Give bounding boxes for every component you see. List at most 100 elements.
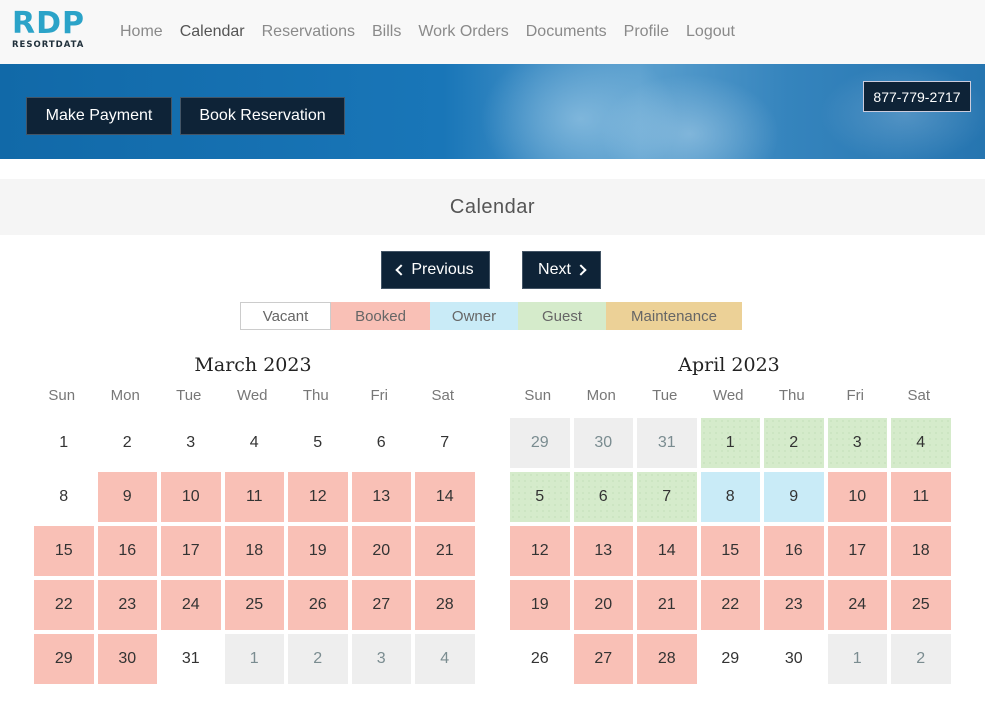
day-cell[interactable]: 23: [98, 580, 158, 630]
day-cell[interactable]: 19: [288, 526, 348, 576]
day-cell[interactable]: 9: [764, 472, 824, 522]
day-cell[interactable]: 9: [98, 472, 158, 522]
day-cell[interactable]: 8: [34, 472, 94, 522]
day-cell[interactable]: 31: [637, 418, 697, 468]
calendar-grid-april: 2930311234567891011121314151617181920212…: [510, 418, 951, 684]
day-cell[interactable]: 13: [574, 526, 634, 576]
day-cell[interactable]: 4: [891, 418, 951, 468]
day-cell[interactable]: 29: [510, 418, 570, 468]
day-cell[interactable]: 28: [415, 580, 475, 630]
nav-reservations[interactable]: Reservations: [262, 22, 355, 42]
month-title-march: March 2023: [33, 354, 473, 376]
day-cell[interactable]: 3: [352, 634, 412, 684]
day-cell[interactable]: 14: [415, 472, 475, 522]
day-cell[interactable]: 22: [701, 580, 761, 630]
previous-label: Previous: [411, 261, 473, 279]
day-cell[interactable]: 1: [225, 634, 285, 684]
day-cell[interactable]: 7: [637, 472, 697, 522]
day-cell[interactable]: 24: [161, 580, 221, 630]
day-cell[interactable]: 11: [891, 472, 951, 522]
day-cell[interactable]: 2: [764, 418, 824, 468]
month-title-april: April 2023: [509, 354, 949, 376]
day-cell[interactable]: 1: [828, 634, 888, 684]
day-cell[interactable]: 20: [352, 526, 412, 576]
day-cell[interactable]: 5: [510, 472, 570, 522]
day-cell[interactable]: 11: [225, 472, 285, 522]
day-cell[interactable]: 26: [288, 580, 348, 630]
day-cell[interactable]: 2: [98, 418, 158, 468]
day-cell[interactable]: 10: [161, 472, 221, 522]
day-cell[interactable]: 30: [98, 634, 158, 684]
day-cell[interactable]: 8: [701, 472, 761, 522]
status-legend: Vacant Booked Owner Guest Maintenance: [240, 302, 742, 330]
day-cell[interactable]: 16: [98, 526, 158, 576]
day-cell[interactable]: 2: [891, 634, 951, 684]
day-cell[interactable]: 3: [161, 418, 221, 468]
day-cell[interactable]: 12: [510, 526, 570, 576]
previous-month-button[interactable]: Previous: [381, 251, 490, 289]
nav-profile[interactable]: Profile: [624, 22, 669, 42]
day-cell[interactable]: 4: [225, 418, 285, 468]
day-cell[interactable]: 15: [34, 526, 94, 576]
nav-bills[interactable]: Bills: [372, 22, 401, 42]
day-cell[interactable]: 6: [352, 418, 412, 468]
nav-logout[interactable]: Logout: [686, 22, 735, 42]
day-cell[interactable]: 12: [288, 472, 348, 522]
nav-work-orders[interactable]: Work Orders: [418, 22, 508, 42]
weekday-label: Sun: [506, 387, 570, 404]
book-reservation-button[interactable]: Book Reservation: [180, 97, 345, 135]
day-cell[interactable]: 10: [828, 472, 888, 522]
day-cell[interactable]: 28: [637, 634, 697, 684]
day-cell[interactable]: 23: [764, 580, 824, 630]
logo-subtitle: RESORTDATA: [12, 40, 92, 50]
day-cell[interactable]: 27: [352, 580, 412, 630]
day-cell[interactable]: 18: [891, 526, 951, 576]
day-cell[interactable]: 1: [34, 418, 94, 468]
day-cell[interactable]: 2: [288, 634, 348, 684]
day-cell[interactable]: 13: [352, 472, 412, 522]
day-cell[interactable]: 25: [225, 580, 285, 630]
weekday-label: Tue: [633, 387, 697, 404]
day-cell[interactable]: 20: [574, 580, 634, 630]
day-cell[interactable]: 5: [288, 418, 348, 468]
nav-documents[interactable]: Documents: [526, 22, 607, 42]
day-cell[interactable]: 17: [828, 526, 888, 576]
day-cell[interactable]: 30: [764, 634, 824, 684]
nav-home[interactable]: Home: [120, 22, 163, 42]
top-navbar: R D P RESORTDATA Home Calendar Reservati…: [0, 0, 985, 64]
day-cell[interactable]: 26: [510, 634, 570, 684]
legend-maintenance: Maintenance: [606, 302, 742, 330]
day-cell[interactable]: 29: [34, 634, 94, 684]
phone-number-button[interactable]: 877-779-2717: [863, 81, 971, 112]
legend-guest: Guest: [518, 302, 606, 330]
day-cell[interactable]: 1: [701, 418, 761, 468]
day-cell[interactable]: 14: [637, 526, 697, 576]
day-cell[interactable]: 4: [415, 634, 475, 684]
day-cell[interactable]: 16: [764, 526, 824, 576]
next-month-button[interactable]: Next: [522, 251, 601, 289]
day-cell[interactable]: 17: [161, 526, 221, 576]
weekday-label: Wed: [221, 387, 285, 404]
resortdata-logo[interactable]: R D P RESORTDATA: [12, 10, 92, 54]
day-cell[interactable]: 18: [225, 526, 285, 576]
main-menu: Home Calendar Reservations Bills Work Or…: [120, 22, 752, 42]
day-cell[interactable]: 24: [828, 580, 888, 630]
page-title: Calendar: [0, 179, 985, 235]
day-cell[interactable]: 31: [161, 634, 221, 684]
day-cell[interactable]: 21: [415, 526, 475, 576]
day-cell[interactable]: 27: [574, 634, 634, 684]
day-cell[interactable]: 21: [637, 580, 697, 630]
day-cell[interactable]: 15: [701, 526, 761, 576]
day-cell[interactable]: 6: [574, 472, 634, 522]
day-cell[interactable]: 7: [415, 418, 475, 468]
day-cell[interactable]: 19: [510, 580, 570, 630]
day-cell[interactable]: 29: [701, 634, 761, 684]
nav-calendar[interactable]: Calendar: [180, 22, 245, 42]
day-cell[interactable]: 3: [828, 418, 888, 468]
weekday-header-march: Sun Mon Tue Wed Thu Fri Sat: [30, 387, 475, 404]
make-payment-button[interactable]: Make Payment: [26, 97, 172, 135]
logo-mark: R D P: [12, 10, 92, 38]
day-cell[interactable]: 30: [574, 418, 634, 468]
day-cell[interactable]: 22: [34, 580, 94, 630]
day-cell[interactable]: 25: [891, 580, 951, 630]
